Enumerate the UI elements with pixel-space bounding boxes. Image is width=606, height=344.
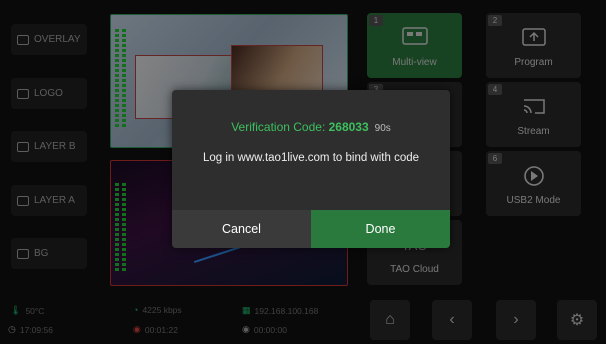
record-icon: ◉ — [133, 324, 141, 334]
layer-b-button[interactable]: LAYER B — [11, 131, 87, 162]
layer-a-button[interactable]: LAYER A — [11, 185, 87, 216]
home-button[interactable]: ⌂ — [370, 300, 410, 340]
audio-meter — [115, 27, 119, 127]
stream-dot-icon: ◉ — [242, 324, 250, 334]
code-prefix: Verification Code: — [231, 120, 329, 134]
thermometer-icon: 🌡 — [10, 305, 22, 315]
tile-number: 6 — [488, 153, 502, 164]
overlay-button[interactable]: OVERLAY — [11, 24, 87, 55]
audio-meter — [122, 27, 126, 127]
logo-label: LOGO — [34, 88, 63, 99]
chevron-right-icon: › — [513, 311, 519, 328]
verification-dialog: Verification Code: 268033 90s Log in www.… — [172, 90, 450, 248]
back-button[interactable]: ‹ — [432, 300, 472, 340]
layers-icon — [17, 195, 29, 206]
verification-code-line: Verification Code: 268033 90s — [172, 120, 450, 134]
tile-number: 1 — [369, 15, 383, 26]
verification-code: 268033 — [328, 120, 369, 134]
tile-stream[interactable]: 4 Stream — [486, 82, 581, 147]
home-icon: ⌂ — [385, 311, 395, 328]
chevron-left-icon: ‹ — [449, 311, 455, 328]
cancel-button[interactable]: Cancel — [172, 210, 311, 248]
tile-number: 2 — [488, 15, 502, 26]
temperature-status: 🌡 50°C — [10, 305, 45, 316]
cast-icon — [523, 99, 545, 114]
layer-a-label: LAYER A — [34, 195, 75, 206]
monitor-icon — [17, 34, 29, 45]
audio-meter — [115, 181, 119, 271]
clock-icon: ◷ — [8, 324, 16, 334]
speed-icon: ◔ — [133, 305, 139, 315]
network-icon: ▦ — [242, 305, 251, 315]
overlay-label: OVERLAY — [34, 34, 81, 45]
settings-button[interactable]: ⚙ — [557, 300, 597, 340]
layers-icon — [17, 141, 29, 152]
tile-multi-view[interactable]: 1 Multi-view — [367, 13, 462, 78]
tile-label: Stream — [517, 126, 550, 137]
record-status: ◉ 00:01:22 — [133, 324, 178, 335]
tile-label: USB2 Mode — [506, 195, 561, 206]
bg-label: BG — [34, 248, 49, 259]
layer-b-label: LAYER B — [34, 141, 76, 152]
gear-icon: ⚙ — [569, 312, 585, 329]
dialog-message: Log in www.tao1live.com to bind with cod… — [202, 152, 420, 164]
audio-meter — [122, 181, 126, 271]
done-button[interactable]: Done — [311, 210, 450, 248]
bitrate-status: ◔ 4225 kbps — [133, 305, 182, 315]
play-circle-icon — [523, 166, 544, 186]
logo-button[interactable]: LOGO — [11, 78, 87, 109]
stream-status: ◉ 00:00:00 — [242, 324, 287, 335]
clock-status: ◷ 17:09:56 — [8, 324, 53, 335]
countdown-seconds: 90s — [374, 123, 391, 134]
ip-status: ▦ 192.168.100.168 — [242, 305, 319, 316]
tile-usb2-mode[interactable]: 6 USB2 Mode — [486, 151, 581, 216]
image-icon — [17, 248, 29, 259]
tile-program[interactable]: 2 Program — [486, 13, 581, 78]
tile-number: 4 — [488, 84, 502, 95]
bg-button[interactable]: BG — [11, 238, 87, 269]
forward-button[interactable]: › — [496, 300, 536, 340]
multiview-icon — [401, 27, 428, 45]
program-icon — [521, 28, 546, 46]
logo-icon — [17, 88, 29, 99]
tile-label: Program — [514, 57, 553, 68]
tile-label: Multi-view — [392, 57, 437, 68]
tile-label: TAO Cloud — [390, 264, 439, 275]
